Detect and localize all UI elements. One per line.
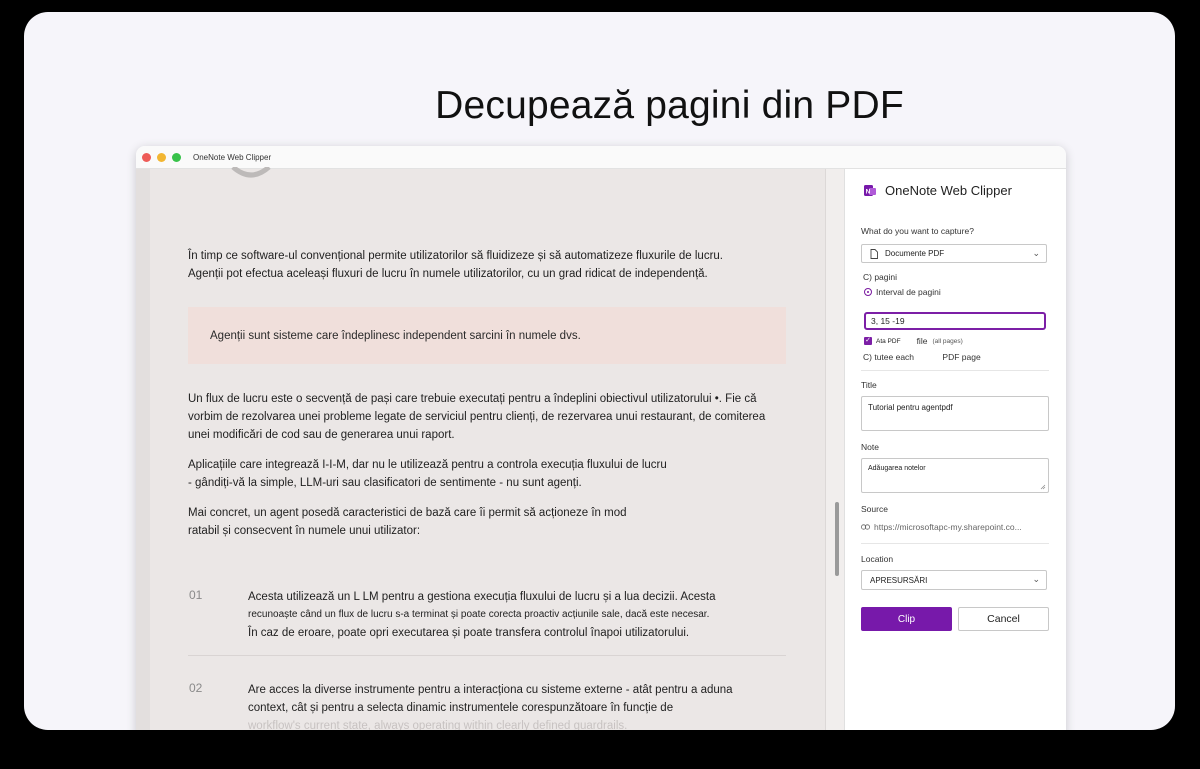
source-url: https://microsoftapc-my.sharepoint.co... xyxy=(861,522,1022,532)
list-item: Are acces la diverse instrumente pentru … xyxy=(248,681,768,730)
doc-left-margin xyxy=(136,169,150,730)
attach-pdf-option[interactable]: ✓ Ata PDF file (all pages) xyxy=(864,336,963,346)
scrollbar-thumb[interactable] xyxy=(835,502,839,576)
paragraph: În timp ce software-ul convențional perm… xyxy=(188,250,723,280)
maximize-window-button[interactable] xyxy=(172,152,181,162)
callout-text: Agenții sunt sisteme care îndeplinesc in… xyxy=(210,329,581,342)
capture-select[interactable]: Documente PDF ⌄ xyxy=(861,244,1047,263)
each-label: C) tutee each xyxy=(863,352,915,362)
attach-label: Ata PDF xyxy=(876,337,901,345)
chevron-down-icon: ⌄ xyxy=(1032,248,1040,258)
page-number-glyph xyxy=(231,167,271,178)
document-icon xyxy=(870,248,878,259)
item-line: workflow's current state, always operati… xyxy=(248,720,628,730)
range-option[interactable]: Interval de pagini xyxy=(864,287,941,297)
title-input[interactable]: Tutorial pentru agentpdf xyxy=(861,396,1049,431)
attach-hint: (all pages) xyxy=(932,337,963,345)
note-input[interactable]: Adăugarea notelor xyxy=(861,458,1049,493)
item-line: În caz de eroare, poate opri executarea … xyxy=(248,627,690,639)
pdf-document-pane[interactable]: În timp ce software-ul convențional perm… xyxy=(136,167,844,730)
hero-title: Decupează pagini din PDF xyxy=(435,84,904,127)
range-label: Interval de pagini xyxy=(876,287,941,297)
window-title: OneNote Web Clipper xyxy=(193,152,272,162)
attach-file-text: file xyxy=(916,336,928,346)
location-label: Location xyxy=(861,554,894,564)
divider xyxy=(861,543,1049,544)
promo-card: Decupează pagini din PDF OneNote Web Cli… xyxy=(24,12,1175,730)
note-value: Adăugarea notelor xyxy=(868,465,926,472)
item-line: recunoaște când un flux de lucru s-a ter… xyxy=(248,609,710,620)
chevron-down-icon: ⌄ xyxy=(1032,574,1040,584)
title-bar: OneNote Web Clipper xyxy=(136,146,1066,169)
item-number: 02 xyxy=(189,681,203,695)
radio-selected-icon[interactable] xyxy=(864,288,872,296)
list-item: Acesta utilizează un L LM pentru a gesti… xyxy=(248,588,768,642)
onenote-logo-icon: N xyxy=(864,184,876,196)
location-select[interactable]: APRESURSĂRI ⌄ xyxy=(861,570,1047,590)
minimize-window-button[interactable] xyxy=(157,152,166,162)
paragraph: Aplicațiile care integrează I-I-M, dar n… xyxy=(188,459,667,489)
capture-label: What do you want to capture? xyxy=(861,226,974,236)
page-range-input[interactable]: 3, 15 -19 xyxy=(864,312,1046,330)
panel-header: N OneNote Web Clipper xyxy=(863,183,1012,198)
location-value: APRESURSĂRI xyxy=(870,575,928,585)
divider xyxy=(188,655,786,656)
svg-text:N: N xyxy=(866,188,871,195)
source-value: https://microsoftapc-my.sharepoint.co... xyxy=(874,522,1022,532)
item-line: context, cât și pentru a selecta dinamic… xyxy=(248,702,674,714)
page-range-value: 3, 15 -19 xyxy=(871,316,905,326)
cancel-button[interactable]: Cancel xyxy=(958,607,1049,631)
paragraph: Mai concret, un agent posedă caracterist… xyxy=(188,507,627,537)
paragraph: Un flux de lucru este o secvență de pași… xyxy=(188,393,766,441)
panel-title: OneNote Web Clipper xyxy=(885,183,1012,198)
each-page-option[interactable]: C) tutee each PDF page xyxy=(863,352,981,362)
link-icon xyxy=(861,524,870,530)
capture-value: Documente PDF xyxy=(885,249,945,258)
close-window-button[interactable] xyxy=(142,152,151,162)
callout-box: Agenții sunt sisteme care îndeplinesc in… xyxy=(188,307,786,364)
item-number: 01 xyxy=(189,588,203,602)
divider xyxy=(861,370,1049,371)
clipper-panel: N OneNote Web Clipper What do you want t… xyxy=(844,169,1066,730)
source-label: Source xyxy=(861,504,888,514)
clip-button[interactable]: Clip xyxy=(861,607,952,631)
checkbox-checked-icon[interactable]: ✓ xyxy=(864,337,872,345)
item-line: Acesta utilizează un L LM pentru a gesti… xyxy=(248,591,716,603)
title-label: Title xyxy=(861,380,877,390)
title-value: Tutorial pentru agentpdf xyxy=(868,403,953,412)
pages-option[interactable]: C) pagini xyxy=(863,272,897,282)
item-line: Are acces la diverse instrumente pentru … xyxy=(248,684,733,696)
note-label: Note xyxy=(861,442,879,452)
resize-handle-icon[interactable] xyxy=(1040,484,1046,490)
each-suffix: PDF page xyxy=(942,352,981,362)
app-window: OneNote Web Clipper În timp ce software-… xyxy=(136,146,1066,730)
doc-scrollbar-track[interactable] xyxy=(825,169,844,730)
